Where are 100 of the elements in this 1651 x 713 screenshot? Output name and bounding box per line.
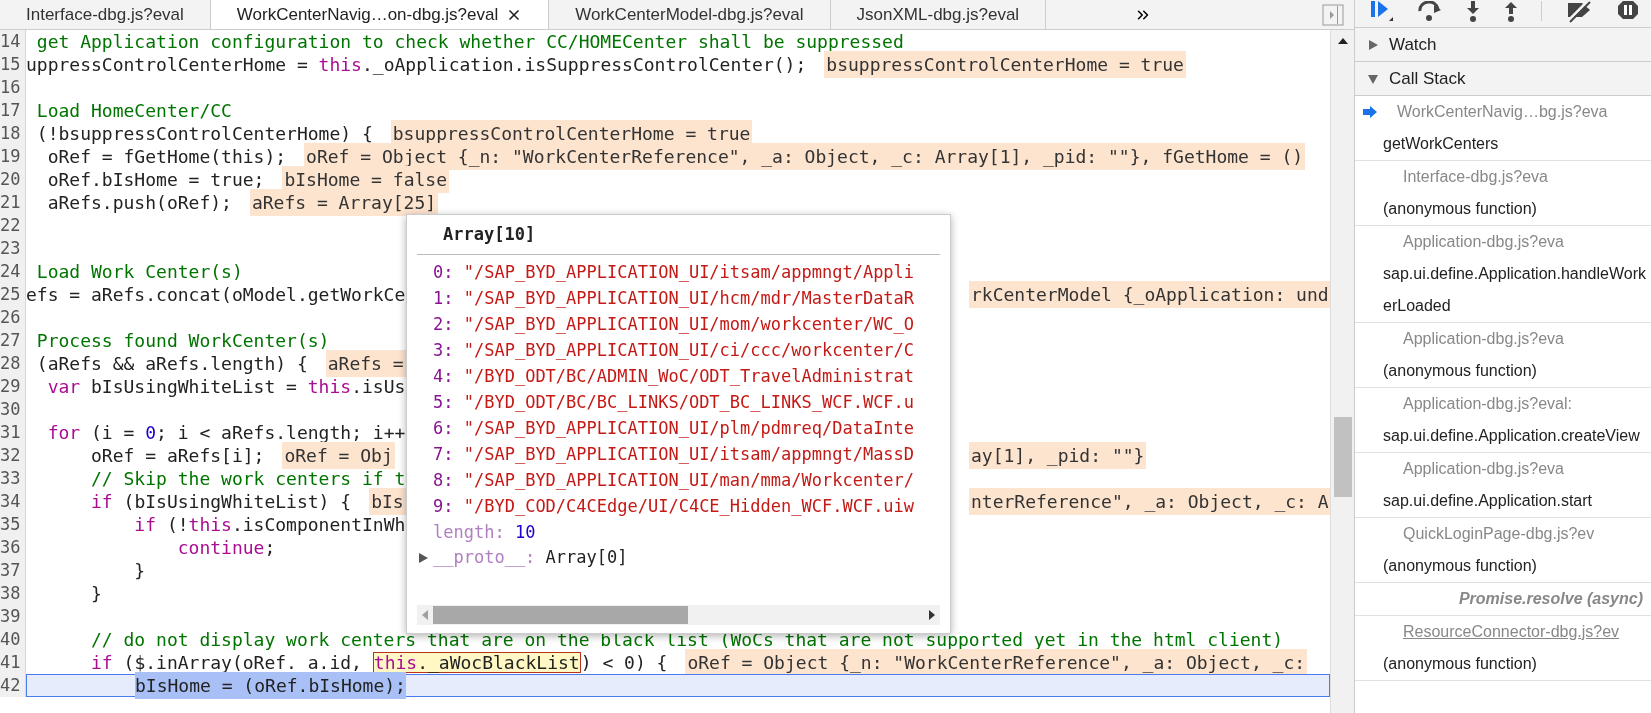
line-number: 16 [0,76,26,99]
file-tab[interactable]: WorkCenterModel-dbg.js?eval [549,0,831,29]
step-over-icon[interactable] [1417,1,1443,23]
line-number: 40 [0,628,26,651]
line-number: 32 [0,444,26,467]
code-text: get Application configuration to check whether CC/HOMECenter shall be suppressed [35,30,904,54]
toggle-panel-icon[interactable] [1322,3,1344,26]
line-number: 41 [0,651,26,674]
frame-function-name[interactable]: sap.ui.define.Application.createView [1383,420,1640,452]
line-number: 18 [0,122,26,145]
array-entry: 5: "/BYD_ODT/BC/BC_LINKS/ODT_BC_LINKS_WCF.WCF.u [432,391,916,414]
code-text: continue; [176,536,276,560]
code-text: oRef = fGetHome(this); [46,145,287,169]
code-text: oRef.bIsHome = true; [46,168,265,192]
code-text: Process found WorkCenter(s) [35,329,330,353]
code-text: ) < 0) { [580,651,668,675]
file-tab[interactable]: WorkCenterNavig…on-dbg.js?eval [210,0,550,29]
line-number: 39 [0,605,26,628]
array-entry: 0: "/SAP_BYD_APPLICATION_UI/itsam/appmngt/Appli [432,261,916,284]
frame-location[interactable]: WorkCenterNavig…bg.js?eva [1397,96,1608,128]
frame-location[interactable]: Application-dbg.js?eval: [1403,388,1572,420]
line-number: 28 [0,352,26,375]
line-number: 15 [0,53,26,76]
code-text: efs = aRefs.concat(oModel.getWorkCe [26,283,406,307]
frame-function-name[interactable]: sap.ui.define.Application.handleWorkerLoaded [1383,258,1651,322]
frame-function-name[interactable]: (anonymous function) [1383,550,1537,582]
line-number: 20 [0,168,26,191]
array-entry: 3: "/SAP_BYD_APPLICATION_UI/ci/ccc/workcenter/C [432,339,916,362]
frame-function-name[interactable]: getWorkCenters [1383,135,1499,152]
disclosure-triangle-icon[interactable] [1367,38,1379,51]
line-number: 19 [0,145,26,168]
code-text: aRefs.push(oRef); [46,191,232,215]
step-into-icon[interactable] [1465,1,1481,23]
step-out-icon[interactable] [1503,1,1519,23]
line-number: 23 [0,237,26,260]
line-number: 21 [0,191,26,214]
inline-value: bIs [369,488,406,515]
disclosure-triangle-icon[interactable] [1367,72,1379,85]
inline-value: nterReference", _a: Object, _c: A [969,488,1330,515]
frame-location[interactable]: Application-dbg.js?eva [1403,323,1564,355]
popup-title: Array[10] [443,222,536,246]
inline-value: aRefs = [325,350,406,377]
file-tab[interactable]: JsonXML-dbg.js?eval [830,0,1047,29]
code-text: // Skip the work centers if t [90,467,406,491]
async-separator: Promise.resolve (async) [1458,590,1643,607]
code-text: for (i = 0; i < aRefs.length; i++ [46,421,406,445]
code-text: Load Work Center(s) [35,260,243,284]
frame-location[interactable]: ResourceConnector-dbg.js?ev [1403,616,1620,648]
inline-value: aRefs = Array[25] [249,189,439,216]
frame-location[interactable]: Interface-dbg.js?eva [1403,161,1548,193]
code-text: } [133,559,146,583]
array-entry: 1: "/SAP_BYD_APPLICATION_UI/hcm/mdr/MasterDataR [432,287,916,310]
inline-value: bsuppressControlCenterHome = true [824,51,1186,78]
code-text: oRef = aRefs[i]; [90,444,265,468]
frame-function-name[interactable]: (anonymous function) [1383,355,1537,387]
frame-location[interactable]: QuickLoginPage-dbg.js?ev [1403,518,1595,550]
line-number: 31 [0,421,26,444]
frame-function-name[interactable]: sap.ui.define.Application.start [1383,485,1592,517]
resume-icon[interactable] [1369,1,1395,23]
inline-value: ay[1], _pid: ""} [969,442,1147,469]
scrollbar-thumb[interactable] [1333,417,1352,497]
line-number: 34 [0,490,26,513]
horizontal-scrollbar[interactable] [417,605,940,625]
line-number: 38 [0,582,26,605]
inline-value: oRef = Object {_n: "WorkCenterReference", _a: Object, _c: [685,649,1308,676]
code-text: if ($.inArray(oRef._a.id, [90,651,363,675]
array-entry: 6: "/SAP_BYD_APPLICATION_UI/plm/pdmreq/DataInte [432,417,916,440]
array-entry: 7: "/SAP_BYD_APPLICATION_UI/itsam/appmngt/MassD [432,443,916,466]
scroll-up-icon[interactable] [1336,36,1349,46]
code-text: (aRefs && aRefs.length) { [35,352,308,376]
line-number: 29 [0,375,26,398]
array-entry: 9: "/BYD_COD/C4CEdge/UI/C4CE_Hidden_WCF.WCF.uiw [432,495,916,518]
line-number: 37 [0,559,26,582]
expand-triangle-icon[interactable] [417,552,429,564]
array-entry: 2: "/SAP_BYD_APPLICATION_UI/mom/workcenter/WC_O [432,313,916,336]
inline-value: oRef = Object {_n: "WorkCenterReference", _a: Object, _c: Array[1], _pid: ""}, fGetHome = () [304,143,1306,170]
inline-value: rkCenterModel {_oApplication: und [969,281,1330,308]
frame-location[interactable]: Application-dbg.js?eva [1403,453,1564,485]
scrollbar-thumb[interactable] [433,606,688,624]
line-number: 22 [0,214,26,237]
code-text: if (bIsUsingWhiteList) { [90,490,352,514]
line-number: 14 [0,30,26,53]
line-number: 33 [0,467,26,490]
frame-function-name[interactable]: (anonymous function) [1383,193,1537,225]
section-title[interactable]: Watch [1389,31,1437,58]
frame-function-name[interactable]: (anonymous function) [1383,648,1537,680]
array-entry: 4: "/BYD_ODT/BC/ADMIN_WoC/ODT_TravelAdministrat [432,365,916,388]
file-tab[interactable]: Interface-dbg.js?eval [0,0,211,29]
line-number: 35 [0,513,26,536]
code-text: if (!this.isComponentInWh [133,513,406,537]
frame-location[interactable]: Application-dbg.js?eva [1403,226,1564,258]
code-text: var bIsUsingWhiteList = this.isUs [46,375,406,399]
proto-entry: __proto__: Array[0] [433,546,628,570]
line-number: 27 [0,329,26,352]
line-number: 17 [0,99,26,122]
code-text: uppressControlCenterHome = this._oApplication.isSuppressControlCenter(); [26,53,807,77]
line-number: 30 [0,398,26,421]
line-number: 42 [0,674,26,697]
line-number: 36 [0,536,26,559]
highlighted-expression: this._aWocBlackList [372,652,581,673]
